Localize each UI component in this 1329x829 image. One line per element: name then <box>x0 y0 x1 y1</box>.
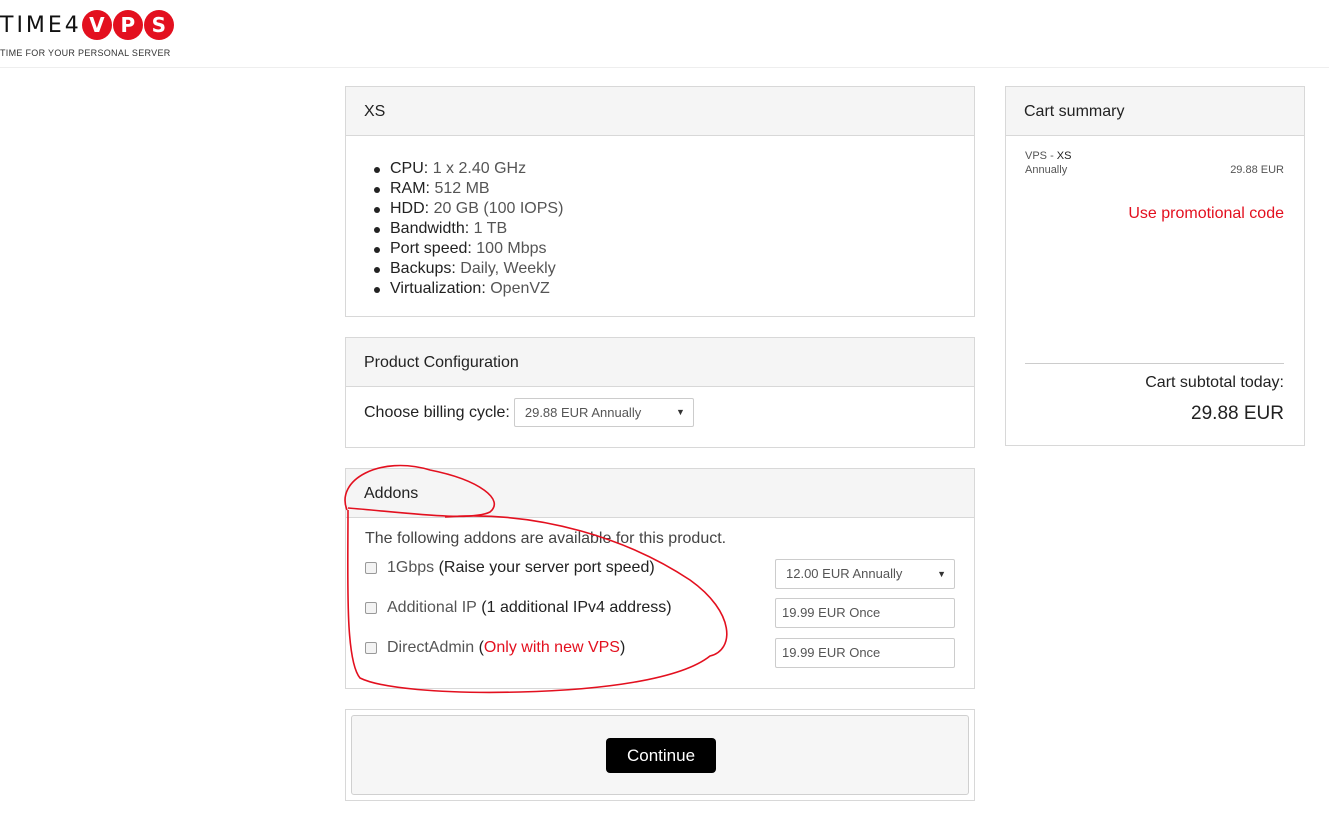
cart-item-product: XS <box>1056 150 1072 162</box>
spec-value: Daily, Weekly <box>460 260 556 277</box>
logo-letter-p: P <box>112 10 143 40</box>
caret-down-icon: ▼ <box>675 407 685 417</box>
addon-additional-ip-price[interactable]: 19.99 EUR Once <box>775 598 955 628</box>
spec-value: OpenVZ <box>490 280 550 297</box>
cart-summary-panel: Cart summary VPS - XS Annually 29.88 EUR… <box>1005 86 1305 446</box>
caret-down-icon: ▼ <box>937 569 946 579</box>
cart-item-price: 29.88 EUR <box>1230 164 1284 176</box>
spec-label: Backups: <box>390 260 456 277</box>
cart-line-item: VPS - XS Annually 29.88 EUR <box>1025 149 1284 177</box>
logo-letter-v: V <box>81 10 112 40</box>
addon-name: DirectAdmin <box>387 639 475 656</box>
spec-value: 512 MB <box>434 180 490 197</box>
addon-price: 19.99 EUR Once <box>782 605 881 620</box>
cart-subtotal-value: 29.88 EUR <box>1191 403 1284 424</box>
addon-desc: Raise your server port speed <box>443 559 650 576</box>
addon-desc-open: ( <box>474 639 484 656</box>
spec-label: Port speed: <box>390 240 472 257</box>
spec-virtualization: Virtualization: OpenVZ <box>372 279 956 299</box>
addon-name: 1Gbps <box>387 559 435 576</box>
spec-label: HDD: <box>390 200 430 217</box>
cart-item-cycle-row: Annually 29.88 EUR <box>1025 163 1284 177</box>
spec-backups: Backups: Daily, Weekly <box>372 259 956 279</box>
cart-summary-title: Cart summary <box>1006 87 1304 136</box>
continue-button[interactable]: Continue <box>606 738 716 773</box>
top-bar: TIME4 V P S TIME FOR YOUR PERSONAL SERVE… <box>0 0 1329 68</box>
logo-wordmark: TIME4 <box>0 12 82 38</box>
spec-label: Virtualization: <box>390 280 486 297</box>
cart-item-name: VPS - XS <box>1025 149 1284 163</box>
addon-row-directadmin: DirectAdmin (Only with new VPS) <box>365 639 625 657</box>
spec-value: 100 Mbps <box>476 240 547 257</box>
addon-directadmin-checkbox[interactable] <box>365 642 377 654</box>
spec-ram: RAM: 512 MB <box>372 179 956 199</box>
spec-bandwidth: Bandwidth: 1 TB <box>372 219 956 239</box>
spec-hdd: HDD: 20 GB (100 IOPS) <box>372 199 956 219</box>
addon-name: Additional IP <box>387 599 477 616</box>
addon-desc-open: ( <box>434 559 444 576</box>
spec-value: 1 x 2.40 GHz <box>432 160 527 177</box>
spec-label: CPU: <box>390 160 429 177</box>
product-panel: XS CPU: 1 x 2.40 GHz RAM: 512 MB HDD: 20… <box>345 86 975 317</box>
spec-cpu: CPU: 1 x 2.40 GHz <box>372 159 956 179</box>
spec-label: RAM: <box>390 180 430 197</box>
cart-item-prefix: VPS - <box>1025 150 1057 162</box>
spec-port-speed: Port speed: 100 Mbps <box>372 239 956 259</box>
addon-row-1gbps: 1Gbps (Raise your server port speed) <box>365 559 655 577</box>
spec-value: 20 GB (100 IOPS) <box>433 200 564 217</box>
addons-title: Addons <box>346 469 974 518</box>
addon-desc-close: ) <box>619 639 626 656</box>
continue-panel: Continue <box>345 709 975 801</box>
product-configuration-panel: Product Configuration Choose billing cyc… <box>345 337 975 448</box>
product-specs-list: CPU: 1 x 2.40 GHz RAM: 512 MB HDD: 20 GB… <box>364 159 956 299</box>
cart-subtotal-label: Cart subtotal today: <box>1145 374 1284 391</box>
addon-1gbps-price-select[interactable]: 12.00 EUR Annually ▼ <box>775 559 955 589</box>
addons-intro: The following addons are available for t… <box>365 530 727 547</box>
time4vps-logo[interactable]: TIME4 V P S TIME FOR YOUR PERSONAL SERVE… <box>0 6 175 58</box>
spec-value: 1 TB <box>473 220 508 237</box>
cart-divider <box>1025 363 1284 364</box>
configuration-title: Product Configuration <box>346 338 974 387</box>
addon-price: 19.99 EUR Once <box>782 645 881 660</box>
spec-label: Bandwidth: <box>390 220 470 237</box>
addon-1gbps-checkbox[interactable] <box>365 562 377 574</box>
billing-cycle-label: Choose billing cycle: <box>364 403 510 421</box>
promo-code-link[interactable]: Use promotional code <box>1128 205 1284 223</box>
addon-desc-close: ) <box>666 599 672 616</box>
logo-tagline: TIME FOR YOUR PERSONAL SERVER <box>0 48 171 58</box>
addon-row-additional-ip: Additional IP (1 additional IPv4 address… <box>365 599 672 617</box>
addon-desc: 1 additional IPv4 address <box>486 599 667 616</box>
addon-desc-open: ( <box>476 599 487 616</box>
product-title: XS <box>346 87 974 136</box>
billing-cycle-row: Choose billing cycle: 29.88 EUR Annually… <box>364 398 956 427</box>
addon-price: 12.00 EUR Annually <box>786 566 903 581</box>
addon-directadmin-price[interactable]: 19.99 EUR Once <box>775 638 955 668</box>
addon-additional-ip-checkbox[interactable] <box>365 602 377 614</box>
billing-cycle-value: 29.88 EUR Annually <box>524 405 642 420</box>
addon-desc-close: ) <box>649 559 655 576</box>
logo-letter-s: S <box>143 10 174 40</box>
cart-item-cycle: Annually <box>1025 164 1068 176</box>
billing-cycle-select[interactable]: 29.88 EUR Annually ▼ <box>513 398 694 427</box>
logo-circles: V P S <box>81 10 175 40</box>
continue-well: Continue <box>351 715 969 795</box>
addon-desc-warning: Only with new VPS <box>483 639 620 656</box>
addons-panel: Addons The following addons are availabl… <box>345 468 975 689</box>
